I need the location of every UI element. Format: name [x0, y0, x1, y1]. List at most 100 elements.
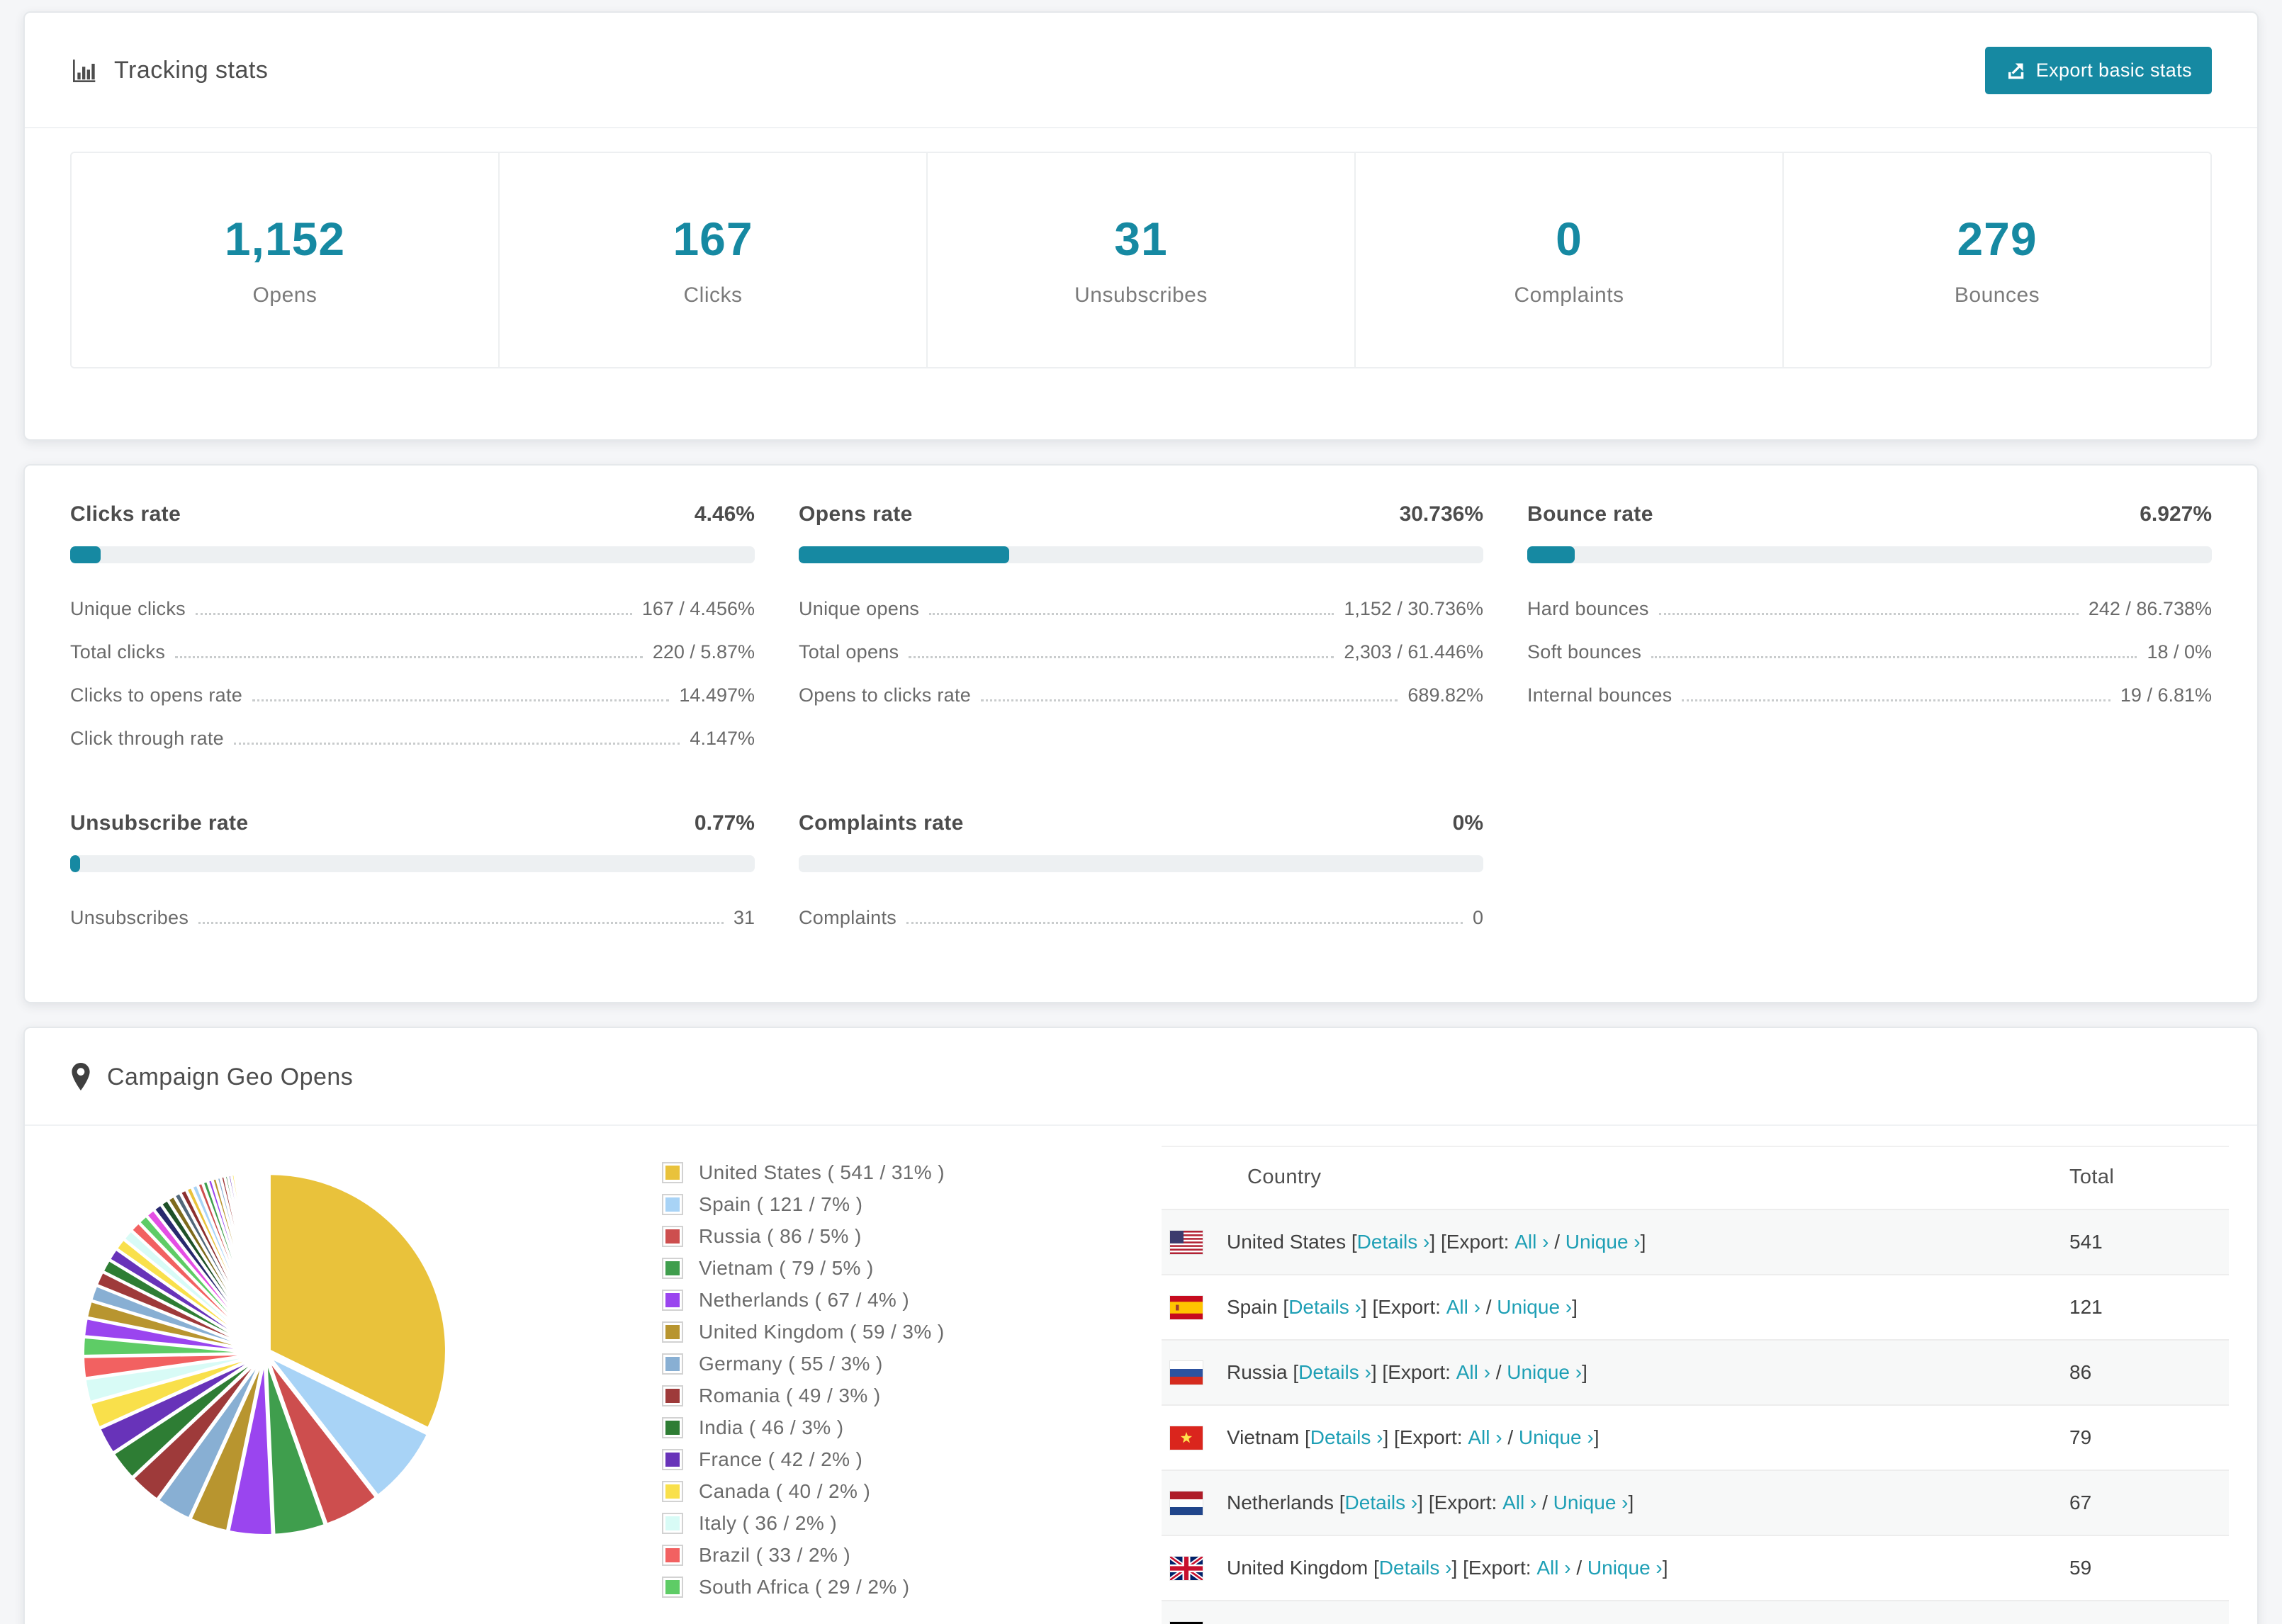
tracking-stats-body: 1,152 Opens 167 Clicks 31 Unsubscribes 0…	[25, 128, 2257, 439]
details-link[interactable]: Details ›	[1357, 1231, 1430, 1253]
geo-title-group: Campaign Geo Opens	[70, 1062, 353, 1092]
export-basic-stats-button[interactable]: Export basic stats	[1984, 47, 2212, 94]
bracket-close-2: ]	[1662, 1557, 1668, 1579]
flag-es-icon	[1170, 1295, 1203, 1319]
legend-color-swatch	[662, 1545, 683, 1566]
details-link[interactable]: Details ›	[1310, 1426, 1383, 1449]
bracket-open: [	[1293, 1361, 1299, 1383]
geo-table: Country Total United States [ Details › …	[1162, 1147, 2229, 1624]
rate-detail-value: 14.497%	[679, 684, 755, 706]
rate-detail-value: 0	[1472, 907, 1483, 928]
rate-title: Complaints rate	[799, 811, 964, 835]
details-link[interactable]: Details ›	[1298, 1361, 1371, 1384]
rate-detail-row: Clicks to opens rate 14.497%	[70, 674, 755, 717]
stat-value: 279	[1957, 213, 2038, 265]
country-total: 79	[2069, 1404, 2229, 1470]
export-prefix: [Export:	[1463, 1557, 1531, 1579]
dotted-leader	[195, 613, 632, 615]
rate-progress-track	[1527, 546, 2212, 563]
rate-title: Bounce rate	[1527, 502, 1653, 526]
details-link[interactable]: Details ›	[1379, 1557, 1452, 1579]
rate-detail-row: Total clicks 220 / 5.87%	[70, 631, 755, 674]
details-link[interactable]: Details ›	[1345, 1492, 1418, 1514]
export-all-link[interactable]: All ›	[1446, 1296, 1480, 1319]
export-all-link[interactable]: All ›	[1502, 1492, 1536, 1514]
legend-item: Romania ( 49 / 3% )	[662, 1385, 1162, 1407]
geo-table-row: Netherlands [ Details › ] [Export: All ›…	[1162, 1470, 2229, 1535]
campaign-geo-opens-panel: Campaign Geo Opens United States ( 541 /…	[23, 1027, 2259, 1624]
rate-detail-row: Total opens 2,303 / 61.446%	[799, 631, 1483, 674]
legend-color-swatch	[662, 1162, 683, 1183]
rate-rows: Hard bounces 242 / 86.738% Soft bounces …	[1527, 587, 2212, 717]
dotted-leader	[198, 922, 724, 924]
legend-label: Germany ( 55 / 3% )	[699, 1353, 883, 1375]
export-button-label: Export basic stats	[2035, 60, 2192, 81]
export-unique-link[interactable]: Unique ›	[1507, 1361, 1582, 1384]
rate-detail-value: 31	[733, 907, 755, 928]
export-all-link[interactable]: All ›	[1536, 1557, 1570, 1579]
country-name: Spain	[1227, 1296, 1278, 1318]
details-link[interactable]: Details ›	[1288, 1296, 1361, 1319]
rate-rows: Unique clicks 167 / 4.456% Total clicks …	[70, 587, 755, 760]
rate-block: Opens rate 30.736% Unique opens 1,152 / …	[799, 502, 1483, 760]
export-all-link[interactable]: All ›	[1456, 1361, 1490, 1384]
dotted-leader	[1658, 613, 2079, 615]
export-all-link[interactable]: All ›	[1468, 1426, 1502, 1449]
geo-table-row: United Kingdom [ Details › ] [Export: Al…	[1162, 1535, 2229, 1601]
geo-pie-chart	[70, 1146, 488, 1624]
country-total: 55	[2069, 1600, 2229, 1624]
rate-head: Bounce rate 6.927%	[1527, 502, 2212, 526]
rate-detail-row: Click through rate 4.147%	[70, 717, 755, 760]
bracket-close-2: ]	[1593, 1426, 1600, 1448]
export-prefix: [Export:	[1440, 1231, 1510, 1253]
rate-detail-row: Opens to clicks rate 689.82%	[799, 674, 1483, 717]
rate-detail-value: 242 / 86.738%	[2088, 598, 2212, 619]
legend-color-swatch	[662, 1449, 683, 1470]
rate-detail-value: 19 / 6.81%	[2120, 684, 2212, 706]
rate-detail-row: Complaints 0	[799, 896, 1483, 940]
export-unique-link[interactable]: Unique ›	[1587, 1557, 1663, 1579]
map-pin-icon	[70, 1062, 91, 1092]
legend-label: Russia ( 86 / 5% )	[699, 1225, 862, 1247]
stat-value: 1,152	[224, 213, 346, 265]
bracket-close-2: ]	[1572, 1296, 1578, 1318]
export-unique-link[interactable]: Unique ›	[1566, 1231, 1641, 1253]
export-unique-link[interactable]: Unique ›	[1519, 1426, 1594, 1449]
legend-item: Vietnam ( 79 / 5% )	[662, 1257, 1162, 1280]
stat-box: 167 Clicks	[500, 153, 928, 367]
geo-body: United States ( 541 / 31% ) Spain ( 121 …	[25, 1126, 2257, 1624]
legend-label: India ( 46 / 3% )	[699, 1416, 844, 1438]
rate-head: Complaints rate 0%	[799, 811, 1483, 835]
dotted-leader	[909, 656, 1334, 658]
bracket-close: ]	[1383, 1426, 1389, 1448]
rate-head: Unsubscribe rate 0.77%	[70, 811, 755, 835]
export-all-link[interactable]: All ›	[1514, 1231, 1548, 1253]
legend-item: France ( 42 / 2% )	[662, 1448, 1162, 1471]
rate-detail-label: Hard bounces	[1527, 598, 1649, 619]
slash-separator: /	[1495, 1361, 1502, 1383]
dotted-leader	[929, 613, 1334, 615]
legend-label: Netherlands ( 67 / 4% )	[699, 1289, 910, 1311]
export-unique-link[interactable]: Unique ›	[1553, 1492, 1629, 1514]
country-cell: Russia [ Details › ] [Export: All › / Un…	[1162, 1360, 2069, 1385]
dotted-leader	[252, 699, 670, 701]
rate-progress-track	[799, 546, 1483, 563]
legend-item: Germany ( 55 / 3% )	[662, 1353, 1162, 1375]
stat-label: Complaints	[1514, 283, 1624, 307]
export-unique-link[interactable]: Unique ›	[1497, 1296, 1572, 1319]
export-prefix: [Export:	[1394, 1426, 1463, 1448]
rate-block: Unsubscribe rate 0.77% Unsubscribes 31	[70, 811, 755, 940]
rate-block: Bounce rate 6.927% Hard bounces 242 / 86…	[1527, 502, 2212, 760]
country-total: 67	[2069, 1470, 2229, 1535]
rate-detail-label: Unsubscribes	[70, 907, 189, 928]
legend-color-swatch	[662, 1353, 683, 1375]
country-total: 121	[2069, 1274, 2229, 1340]
country-name: Netherlands	[1227, 1492, 1334, 1513]
legend-color-swatch	[662, 1290, 683, 1311]
geo-table-clip: Country Total United States [ Details › …	[1162, 1146, 2229, 1624]
rate-detail-value: 167 / 4.456%	[641, 598, 755, 619]
legend-label: South Africa ( 29 / 2% )	[699, 1576, 910, 1598]
rate-detail-value: 4.147%	[690, 728, 755, 749]
dotted-leader	[234, 743, 680, 745]
geo-table-header-total: Total	[2069, 1166, 2115, 1188]
